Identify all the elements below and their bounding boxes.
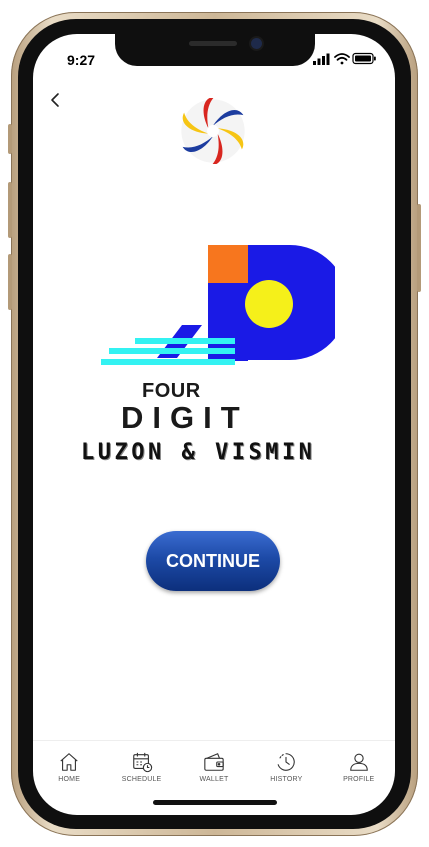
app-screen: 9:27 FOUR DIGIT LUZON & VISMIN CONTINUE … bbox=[33, 34, 395, 815]
status-icons bbox=[313, 52, 376, 65]
volume-down-button bbox=[8, 254, 12, 310]
nav-schedule[interactable]: SCHEDULE bbox=[112, 741, 172, 793]
logo-yellow-circle bbox=[245, 280, 293, 328]
pcso-logo bbox=[181, 98, 245, 164]
calendar-icon bbox=[132, 752, 152, 773]
battery-icon bbox=[352, 52, 376, 65]
home-indicator[interactable] bbox=[153, 800, 277, 805]
history-icon bbox=[278, 753, 296, 771]
profile-icon bbox=[349, 753, 368, 771]
volume-up-button bbox=[8, 182, 12, 238]
power-button bbox=[417, 204, 421, 292]
nav-history-label: HISTORY bbox=[270, 776, 303, 783]
notch bbox=[115, 34, 315, 66]
wallet-icon bbox=[204, 753, 224, 771]
camera bbox=[251, 38, 262, 49]
game-title: DIGIT bbox=[121, 400, 249, 435]
bottom-nav: HOME SCHEDULE WALLET HISTORY PROFILE bbox=[33, 740, 395, 793]
logo-orange-block bbox=[208, 245, 248, 283]
home-icon bbox=[60, 753, 78, 771]
nav-profile[interactable]: PROFILE bbox=[329, 741, 389, 793]
logo-speed-lines bbox=[101, 338, 235, 365]
chevron-left-icon[interactable] bbox=[47, 90, 63, 110]
nav-home-label: HOME bbox=[58, 776, 81, 783]
wifi-icon bbox=[334, 53, 350, 65]
nav-wallet[interactable]: WALLET bbox=[184, 741, 244, 793]
nav-profile-label: PROFILE bbox=[343, 776, 375, 783]
signal-icon bbox=[313, 53, 330, 65]
continue-button[interactable]: CONTINUE bbox=[146, 531, 280, 591]
nav-history[interactable]: HISTORY bbox=[256, 741, 316, 793]
nav-schedule-label: SCHEDULE bbox=[121, 776, 162, 783]
status-time: 9:27 bbox=[67, 52, 96, 68]
game-region: LUZON & VISMIN bbox=[81, 440, 316, 465]
nav-wallet-label: WALLET bbox=[199, 776, 229, 783]
nav-home[interactable]: HOME bbox=[39, 741, 99, 793]
silent-switch bbox=[8, 124, 12, 154]
speaker bbox=[189, 41, 237, 46]
